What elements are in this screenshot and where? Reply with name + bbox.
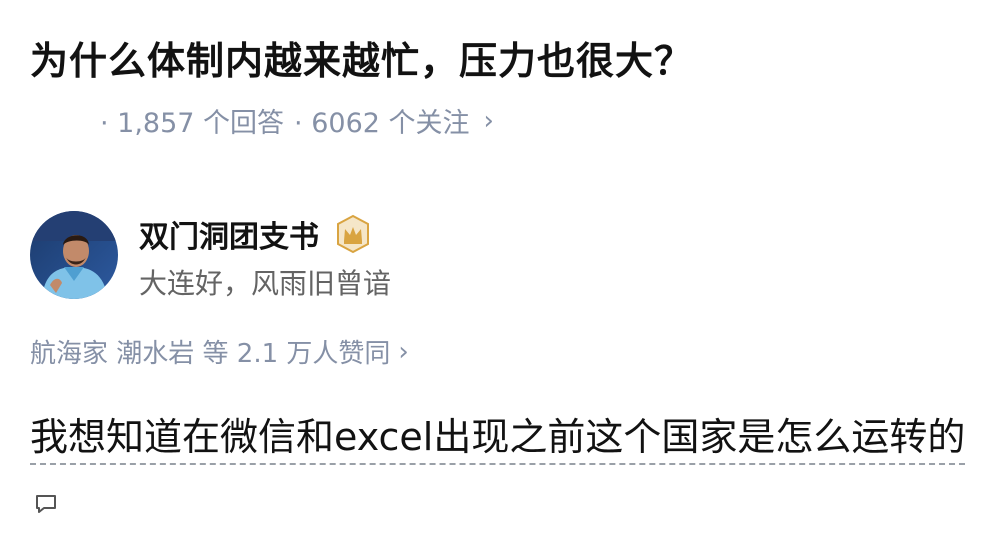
chevron-right-icon[interactable]: › bbox=[484, 106, 494, 136]
question-meta[interactable]: · 1,857 个回答 · 6062 个关注 › bbox=[100, 101, 494, 140]
voteup-summary[interactable]: 航海家 潮水岩 等 2.1 万人赞同 › bbox=[30, 333, 409, 370]
followers-count: · 6062 个关注 bbox=[294, 108, 470, 139]
author-bio: 大连好，风雨旧曾谙 bbox=[139, 267, 392, 300]
answer-content[interactable]: 我想知道在微信和excel出现之前这个国家是怎么运转的 bbox=[30, 405, 980, 533]
question-title[interactable]: 为什么体制内越来越忙，压力也很大？ bbox=[30, 30, 693, 85]
author-name-row[interactable]: 双门洞团支书 bbox=[139, 212, 373, 256]
avatar[interactable] bbox=[30, 211, 118, 299]
answer-text: 我想知道在微信和excel出现之前这个国家是怎么运转的 bbox=[30, 415, 966, 465]
crown-badge-icon[interactable] bbox=[333, 214, 373, 254]
comment-bubble-icon[interactable] bbox=[34, 471, 58, 513]
answers-count: · 1,857 个回答 bbox=[100, 108, 285, 139]
voteup-text: 航海家 潮水岩 等 2.1 万人赞同 bbox=[30, 339, 391, 369]
avatar-photo-icon bbox=[30, 211, 118, 299]
chevron-right-icon[interactable]: › bbox=[398, 337, 408, 367]
author-name[interactable]: 双门洞团支书 bbox=[139, 212, 319, 256]
